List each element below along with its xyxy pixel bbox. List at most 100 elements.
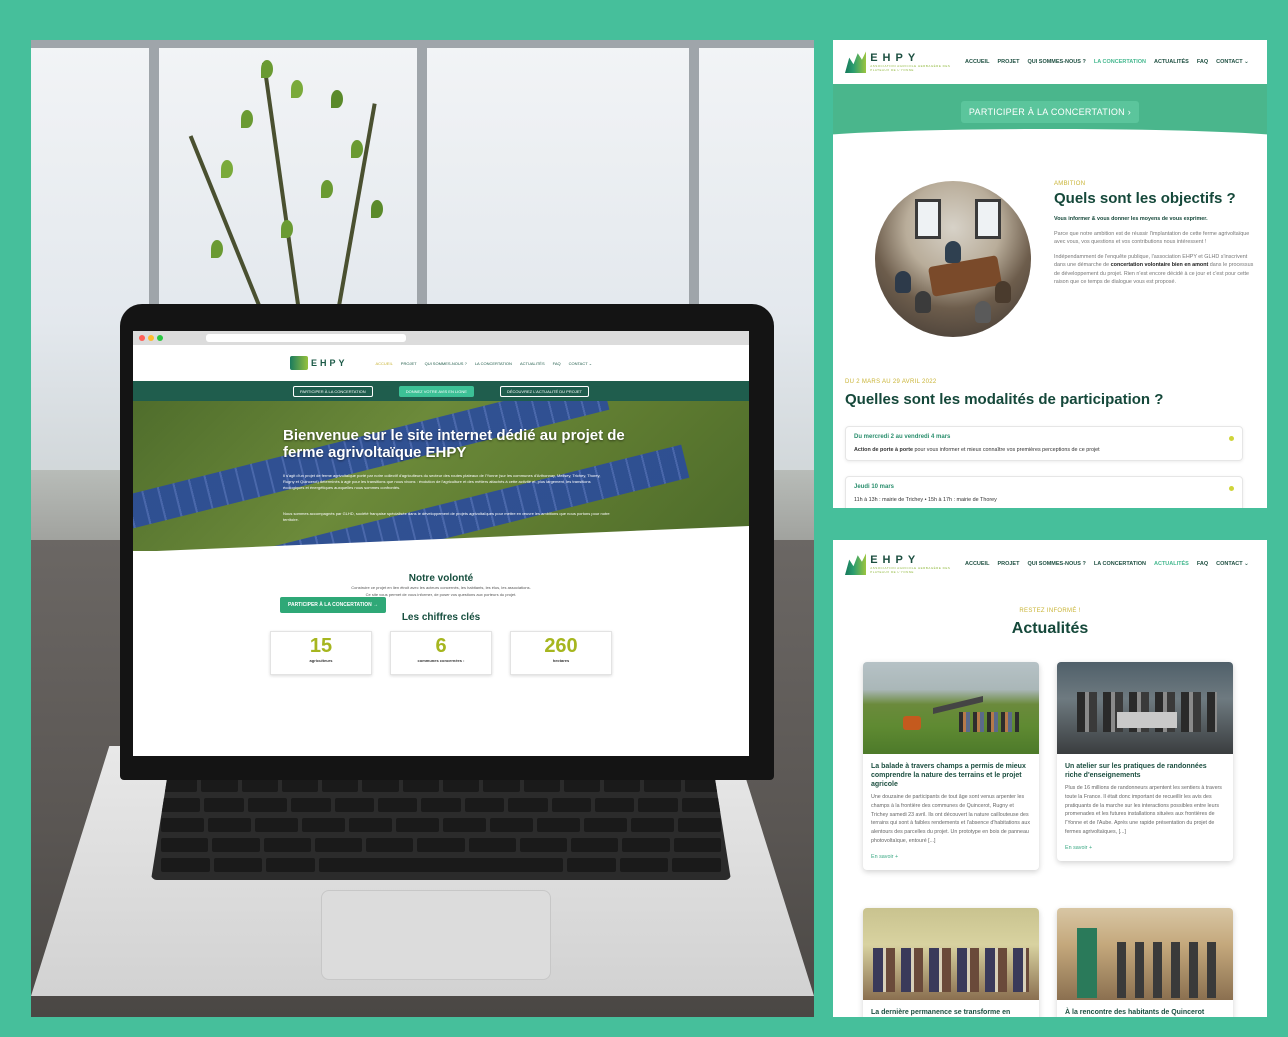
donnez-avis-button[interactable]: DONNEZ VOTRE AVIS EN LIGNE — [398, 385, 474, 397]
logo-subtitle: ASSOCIATION AGRICOLE HERBAGÈRE DES PLATE… — [870, 64, 951, 72]
actualites-title: Actualités — [1011, 620, 1089, 637]
modalite-item[interactable]: Jeudi 10 mars 11h à 13h : mairie de Tric… — [845, 476, 1243, 508]
hero-participer-button[interactable]: PARTICIPER À LA CONCERTATION → — [280, 597, 387, 613]
nav-projet[interactable]: PROJET — [401, 361, 417, 366]
photo-tractor — [903, 716, 921, 730]
actualites-page-screenshot: EHPY ASSOCIATION AGRICOLE HERBAGÈRE DES P… — [833, 540, 1267, 1017]
photo-person — [945, 241, 961, 263]
nav-concertation[interactable]: LA CONCERTATION — [1094, 561, 1146, 567]
site-nav: EHPY ASSOCIATION AGRICOLE HERBAGÈRE DES P… — [833, 40, 1267, 84]
cta-bar: PARTICIPER À LA CONCERTATION DONNEZ VOTR… — [133, 381, 749, 401]
actualites-header: RESTEZ INFORMÉ ! Actualités — [833, 608, 1267, 638]
figure-value: 6 — [435, 635, 447, 657]
ambition-eyebrow: AMBITION — [1054, 181, 1086, 187]
nav-qui-sommes-nous[interactable]: QUI SOMMES-NOUS ? — [1027, 59, 1085, 65]
logo-text: EHPY — [870, 52, 921, 64]
objectifs-block: AMBITION Quels sont les objectifs ? Vous… — [1054, 181, 1254, 287]
logo-mark-icon — [289, 356, 308, 370]
modalite-date: Du mercredi 2 au vendredi 4 mars — [854, 434, 951, 440]
close-dot-icon[interactable] — [139, 335, 145, 341]
nav-projet[interactable]: PROJET — [997, 59, 1019, 65]
nav-qui-sommes-nous[interactable]: QUI SOMMES-NOUS ? — [425, 361, 467, 366]
paragraph-bold: concertation volontaire bien en amont — [1110, 262, 1209, 268]
news-title[interactable]: La dernière permanence se transforme en — [863, 1000, 1039, 1017]
nav-accueil[interactable]: ACCUEIL — [375, 361, 392, 366]
nav-qui-sommes-nous[interactable]: QUI SOMMES-NOUS ? — [1027, 561, 1085, 567]
figure-card: 6 communes concernées : — [390, 631, 492, 675]
laptop-mockup-photo: EHPY ACCUEIL PROJET QUI SOMMES-NOUS ? LA… — [31, 40, 814, 1017]
cta-band: PARTICIPER À LA CONCERTATION › — [833, 84, 1267, 140]
photo-window — [915, 199, 941, 239]
news-card[interactable]: La balade à travers champs a permis de m… — [863, 662, 1039, 870]
photo-table — [927, 255, 1003, 297]
news-title[interactable]: La balade à travers champs a permis de m… — [863, 754, 1039, 789]
chiffres-section: Les chiffres clés 15 agriculteurs 6 commun… — [133, 612, 749, 675]
news-card[interactable]: À la rencontre des habitants de Quincero… — [1057, 908, 1233, 1017]
nav-faq[interactable]: FAQ — [1197, 561, 1208, 567]
objectifs-lead: Vous informer & vous donner les moyens d… — [1054, 216, 1208, 222]
laptop-screen: EHPY ACCUEIL PROJET QUI SOMMES-NOUS ? LA… — [133, 331, 749, 756]
status-dot-icon — [1229, 486, 1234, 491]
news-card[interactable]: Un atelier sur les pratiques de randonné… — [1057, 662, 1233, 861]
nav-accueil[interactable]: ACCUEIL — [965, 59, 989, 65]
objectifs-paragraph-2: Indépendamment de l'enquête publique, l'… — [1054, 253, 1254, 287]
nav-faq[interactable]: FAQ — [553, 361, 561, 366]
news-title[interactable]: Un atelier sur les pratiques de randonné… — [1057, 754, 1233, 780]
photo-rollup-banner — [1077, 928, 1097, 998]
plant — [181, 40, 401, 341]
news-image-hall — [1057, 908, 1233, 1000]
participer-button[interactable]: PARTICIPER À LA CONCERTATION › — [960, 101, 1140, 123]
nav-actualites[interactable]: ACTUALITÉS — [1154, 59, 1189, 65]
nav-contact[interactable]: CONTACT ⌄ — [1216, 59, 1249, 65]
objectifs-paragraph-1: Parce que notre ambition est de réussir … — [1054, 230, 1250, 246]
figure-label: hectares — [552, 658, 570, 663]
photo-person — [915, 291, 931, 313]
ehpy-logo[interactable]: EHPY — [289, 356, 348, 370]
volonte-section: Notre volonté Construire ce projet en li… — [133, 573, 749, 598]
modalite-item[interactable]: Du mercredi 2 au vendredi 4 mars Action … — [845, 426, 1243, 461]
minimize-dot-icon[interactable] — [148, 335, 154, 341]
figure-label: agriculteurs — [309, 658, 333, 663]
decouvrez-actualite-button[interactable]: DÉCOUVREZ L'ACTUALITÉ DU PROJET — [499, 385, 589, 397]
modalites-header: DU 2 MARS AU 29 AVRIL 2022 Quelles sont … — [845, 379, 1163, 408]
hero-paragraph-2: Nous sommes accompagnés par GLHD, sociét… — [283, 511, 610, 522]
ehpy-logo[interactable]: EHPY ASSOCIATION AGRICOLE HERBAGÈRE DES P… — [845, 51, 965, 73]
photo-table — [1117, 712, 1177, 728]
read-more-link[interactable]: En savoir + — [1057, 837, 1233, 861]
photo-people — [959, 712, 1019, 732]
modalite-desc: Action de porte à porte pour vous inform… — [854, 447, 1234, 453]
nav-accueil[interactable]: ACCUEIL — [965, 561, 989, 567]
nav-faq[interactable]: FAQ — [1197, 59, 1208, 65]
modalites-title: Quelles sont les modalités de participat… — [845, 391, 1164, 408]
logo-mark-icon — [845, 51, 867, 73]
hero-paragraph-1: Il s'agit d'un projet de ferme agrivolta… — [283, 473, 601, 490]
nav-concertation[interactable]: LA CONCERTATION — [1094, 59, 1146, 65]
photo-person — [975, 301, 991, 323]
trackpad — [321, 890, 551, 980]
nav-concertation[interactable]: LA CONCERTATION — [475, 361, 512, 366]
nav-contact[interactable]: CONTACT ⌄ — [1216, 561, 1249, 567]
news-card[interactable]: La dernière permanence se transforme en — [863, 908, 1039, 1017]
keyboard — [151, 770, 731, 880]
modalite-date: Jeudi 10 mars — [854, 484, 895, 490]
restez-informe-eyebrow: RESTEZ INFORMÉ ! — [1019, 608, 1081, 614]
modalite-desc: 11h à 13h : mairie de Trichey • 15h à 17… — [854, 497, 997, 503]
site-nav: EHPY ASSOCIATION AGRICOLE HERBAGÈRE DES P… — [833, 540, 1267, 588]
hero-title: Bienvenue sur le site internet dédié au … — [283, 427, 625, 461]
address-bar[interactable] — [206, 334, 406, 342]
news-title[interactable]: À la rencontre des habitants de Quincero… — [1057, 1000, 1233, 1017]
participer-button[interactable]: PARTICIPER À LA CONCERTATION — [293, 385, 373, 397]
volonte-text-1: Construire ce projet en lien étroit avec… — [351, 585, 531, 590]
read-more-link[interactable]: En savoir + — [863, 846, 1039, 870]
nav-actualites[interactable]: ACTUALITÉS — [1154, 561, 1189, 567]
dates-eyebrow: DU 2 MARS AU 29 AVRIL 2022 — [845, 379, 937, 385]
maximize-dot-icon[interactable] — [157, 335, 163, 341]
concertation-page-screenshot: EHPY ASSOCIATION AGRICOLE HERBAGÈRE DES P… — [833, 40, 1267, 508]
nav-actualites[interactable]: ACTUALITÉS — [520, 361, 545, 366]
figure-value: 15 — [309, 635, 333, 657]
news-excerpt: Une douzaine de participants de tout âge… — [871, 794, 1030, 844]
nav-projet[interactable]: PROJET — [997, 561, 1019, 567]
ehpy-logo[interactable]: EHPY ASSOCIATION AGRICOLE HERBAGÈRE DES P… — [845, 553, 965, 575]
nav-contact[interactable]: CONTACT ⌄ — [569, 361, 592, 366]
chiffres-title: Les chiffres clés — [401, 612, 481, 623]
